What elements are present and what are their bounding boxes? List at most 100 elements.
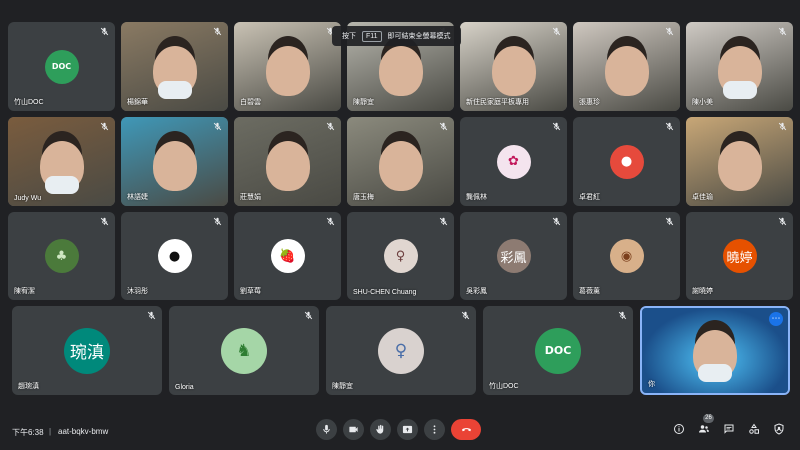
mic-off-icon bbox=[778, 217, 787, 226]
participant-tile[interactable]: ♞ Gloria bbox=[169, 306, 319, 395]
participant-grid: DOC 竹山DOC 楊錦華白碧雲陳靜宜 新住民家庭平板專用 張惠珍 陳小美 Judy Wu 林… bbox=[0, 0, 800, 404]
participant-name: 沐羽彤 bbox=[127, 288, 148, 295]
activities-icon bbox=[748, 423, 759, 434]
person-face bbox=[152, 140, 197, 191]
more-options-icon bbox=[433, 425, 436, 434]
participant-name: 陳宥潔 bbox=[14, 288, 35, 295]
participant-name: 謝曉婷 bbox=[692, 288, 713, 295]
participant-tile[interactable]: ♣ 陳宥潔 bbox=[8, 212, 115, 300]
mic-off-icon bbox=[326, 217, 335, 226]
participant-tile[interactable]: ● 沐羽彤 bbox=[121, 212, 228, 300]
info-icon bbox=[673, 423, 684, 434]
participant-name: SHU-CHEN Chuang bbox=[353, 289, 417, 296]
participant-name: 新住民家庭平板專用 bbox=[466, 99, 529, 106]
chat-button[interactable] bbox=[722, 422, 735, 435]
raise-hand-icon bbox=[376, 424, 384, 434]
participant-name: 吳彩鳳 bbox=[466, 288, 487, 295]
raise-hand-button[interactable] bbox=[370, 419, 391, 440]
participant-tile[interactable]: ● 卓君紅 bbox=[573, 117, 680, 206]
participant-tile[interactable]: 新住民家庭平板專用 bbox=[460, 22, 567, 111]
host-controls-button[interactable] bbox=[772, 422, 785, 435]
camera-button[interactable] bbox=[343, 419, 364, 440]
participant-avatar: 曉婷 bbox=[722, 239, 757, 273]
mic-off-icon bbox=[552, 122, 561, 131]
participant-tile[interactable]: DOC 竹山DOC bbox=[8, 22, 115, 111]
participant-tile[interactable]: ♀ 陳靜宜 bbox=[326, 306, 476, 395]
chat-icon bbox=[724, 424, 733, 434]
hang-up-button[interactable] bbox=[451, 419, 481, 440]
mic-off-icon bbox=[778, 27, 787, 36]
participant-tile[interactable]: 唐玉梅 bbox=[347, 117, 454, 206]
participant-tile[interactable]: 曉婷謝曉婷 bbox=[686, 212, 793, 300]
present-screen-icon bbox=[402, 425, 413, 434]
mic-off-icon bbox=[213, 217, 222, 226]
participant-tile[interactable]: Judy Wu bbox=[8, 117, 115, 206]
person-face bbox=[491, 45, 536, 96]
more-options-button[interactable] bbox=[424, 419, 445, 440]
participant-tile[interactable]: 陳小美 bbox=[686, 22, 793, 111]
participant-avatar: ● bbox=[157, 239, 192, 273]
participant-tile[interactable]: 白碧雲 bbox=[234, 22, 341, 111]
doc-logo: DOC bbox=[44, 49, 79, 84]
mic-off-icon bbox=[213, 27, 222, 36]
doc-logo: DOC bbox=[535, 327, 581, 374]
mic-off-icon bbox=[618, 311, 627, 320]
participant-name: 莊慧娟 bbox=[240, 194, 261, 201]
participant-tile[interactable]: 張惠珍 bbox=[573, 22, 680, 111]
separator: | bbox=[49, 427, 52, 436]
mic-off-icon bbox=[778, 122, 787, 131]
mic-off-icon bbox=[439, 217, 448, 226]
mic-off-icon bbox=[100, 122, 109, 131]
participant-name: 陳靜宜 bbox=[332, 383, 353, 390]
activities-button[interactable] bbox=[747, 422, 760, 435]
host-controls-icon bbox=[774, 422, 783, 435]
mic-off-icon bbox=[552, 217, 561, 226]
tile-more-button[interactable]: ⋯ bbox=[769, 312, 783, 326]
microphone-icon bbox=[323, 424, 330, 434]
participant-name: 卓君紅 bbox=[579, 194, 600, 201]
meeting-details-button[interactable] bbox=[672, 422, 685, 435]
people-button[interactable] bbox=[697, 422, 710, 435]
mic-off-icon bbox=[461, 311, 470, 320]
participant-avatar: ◉ bbox=[609, 239, 644, 273]
present-screen-button[interactable] bbox=[397, 419, 418, 440]
person-face bbox=[265, 45, 310, 96]
people-icon bbox=[698, 424, 709, 432]
mic-off-icon bbox=[100, 27, 109, 36]
participant-name: 林語婕 bbox=[127, 194, 148, 201]
participant-tile[interactable]: 🍓 劉草莓 bbox=[234, 212, 341, 300]
participant-tile[interactable]: ◉ 葛薇薰 bbox=[573, 212, 680, 300]
participant-count-badge: 26 bbox=[703, 414, 714, 423]
mic-off-icon bbox=[439, 122, 448, 131]
participant-tile[interactable]: DOC 竹山DOC bbox=[483, 306, 633, 395]
participant-avatar: 琬滇 bbox=[64, 327, 110, 374]
participant-avatar: ● bbox=[609, 144, 644, 179]
fullscreen-toast: 按下 F11 即可結束全螢幕模式 bbox=[332, 26, 461, 46]
participant-name: 竹山DOC bbox=[14, 99, 44, 106]
participant-avatar: 🍓 bbox=[270, 239, 305, 273]
person-face bbox=[378, 140, 423, 191]
participant-name: 白碧雲 bbox=[240, 99, 261, 106]
participant-name: 張惠珍 bbox=[579, 99, 600, 106]
participant-tile[interactable]: 琬滇 趙琬滇 bbox=[12, 306, 162, 395]
participant-tile[interactable]: ♀ SHU-CHEN Chuang bbox=[347, 212, 454, 300]
microphone-button[interactable] bbox=[316, 419, 337, 440]
participant-tile[interactable]: 莊慧娟 bbox=[234, 117, 341, 206]
face-mask bbox=[722, 80, 757, 99]
meeting-code[interactable]: aat-bqkv-bmw bbox=[58, 427, 108, 436]
participant-avatar: ♀ bbox=[378, 327, 424, 374]
toast-prefix: 按下 bbox=[342, 33, 356, 40]
person-face bbox=[265, 140, 310, 191]
participant-tile[interactable]: 林語婕 bbox=[121, 117, 228, 206]
participant-tile[interactable]: 彩鳳 吳彩鳳 bbox=[460, 212, 567, 300]
participant-tile[interactable]: 卓佳瑜 bbox=[686, 117, 793, 206]
participant-avatar: ♣ bbox=[44, 239, 79, 273]
face-mask bbox=[698, 364, 732, 383]
self-view-tile[interactable]: 你 ⋯ bbox=[640, 306, 790, 395]
participant-tile[interactable]: ✿ 龔佩林 bbox=[460, 117, 567, 206]
participant-avatar: ♞ bbox=[221, 327, 267, 374]
meeting-time: 下午6:38 bbox=[12, 428, 44, 437]
participant-tile[interactable]: 楊錦華 bbox=[121, 22, 228, 111]
mic-off-icon bbox=[552, 27, 561, 36]
participant-name: 劉草莓 bbox=[240, 288, 261, 295]
